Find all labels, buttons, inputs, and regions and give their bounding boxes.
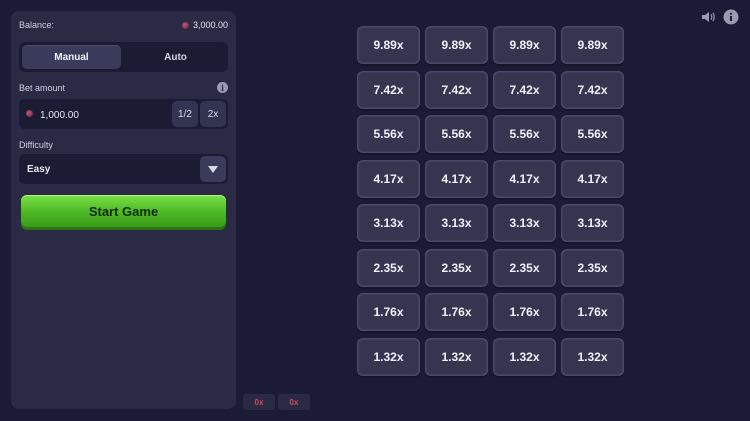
difficulty-label: Difficulty: [19, 140, 53, 150]
multiplier-tile[interactable]: 3.13x: [357, 204, 420, 242]
multiplier-tile[interactable]: 7.42x: [357, 70, 420, 109]
bet-amount-field: 1/2 2x: [19, 99, 228, 131]
multiplier-tile[interactable]: 3.13x: [425, 204, 488, 242]
balance-label: Balance:: [19, 20, 55, 30]
multiplier-tile[interactable]: 4.17x: [357, 159, 420, 198]
half-bet-button[interactable]: 1/2: [172, 101, 198, 127]
multiplier-tile[interactable]: 7.42x: [561, 70, 624, 109]
multiplier-grid: 9.89x 9.89x 9.89x 9.89x 7.42x 7.42x 7.42x 7.42x…: [357, 26, 624, 376]
multiplier-tile[interactable]: 9.89x: [561, 26, 624, 64]
double-bet-button[interactable]: 2x: [200, 101, 226, 127]
multiplier-tile[interactable]: 1.76x: [425, 293, 488, 331]
speaker-icon[interactable]: [700, 9, 716, 25]
stat-pill: 0x: [278, 394, 310, 410]
info-icon[interactable]: [723, 9, 739, 25]
stat-pill: 0x: [243, 394, 275, 410]
multiplier-tile[interactable]: 2.35x: [425, 248, 488, 287]
control-panel: Balance: 3,000.00 Manual Auto Bet amount…: [11, 11, 236, 409]
multiplier-tile[interactable]: 2.35x: [493, 248, 556, 287]
bet-amount-label: Bet amount: [19, 83, 66, 93]
mode-toggle: Manual Auto: [19, 42, 228, 72]
multiplier-tile[interactable]: 5.56x: [357, 115, 420, 153]
multiplier-tile[interactable]: 1.76x: [357, 293, 420, 331]
dropdown-arrow-button[interactable]: [200, 156, 226, 182]
chevron-down-icon: [208, 165, 218, 173]
multiplier-tile[interactable]: 9.89x: [425, 26, 488, 64]
multiplier-tile[interactable]: 5.56x: [561, 115, 624, 153]
coin-icon: [181, 21, 189, 29]
multiplier-tile[interactable]: 1.32x: [561, 337, 624, 376]
multiplier-tile[interactable]: 4.17x: [493, 159, 556, 198]
start-game-button[interactable]: Start Game: [21, 195, 226, 227]
multiplier-tile[interactable]: 9.89x: [357, 26, 420, 64]
multiplier-tile[interactable]: 1.76x: [493, 293, 556, 331]
multiplier-tile[interactable]: 7.42x: [493, 70, 556, 109]
multiplier-tile[interactable]: 5.56x: [493, 115, 556, 153]
multiplier-tile[interactable]: 2.35x: [561, 248, 624, 287]
multiplier-tile[interactable]: 1.32x: [357, 337, 420, 376]
tab-auto[interactable]: Auto: [126, 45, 225, 69]
difficulty-value: Easy: [27, 164, 51, 175]
multiplier-tile[interactable]: 3.13x: [561, 204, 624, 242]
multiplier-tile[interactable]: 2.35x: [357, 248, 420, 287]
multiplier-tile[interactable]: 4.17x: [425, 159, 488, 198]
multiplier-tile[interactable]: 9.89x: [493, 26, 556, 64]
balance-amount: 3,000.00: [192, 20, 228, 30]
multiplier-tile[interactable]: 7.42x: [425, 70, 488, 109]
multiplier-tile[interactable]: 4.17x: [561, 159, 624, 198]
tab-manual[interactable]: Manual: [22, 45, 121, 69]
multiplier-tile[interactable]: 1.32x: [425, 337, 488, 376]
multiplier-tile[interactable]: 1.76x: [561, 293, 624, 331]
coin-icon: [26, 110, 33, 117]
bet-amount-input[interactable]: [38, 99, 172, 131]
info-icon[interactable]: i: [217, 82, 228, 93]
multiplier-tile[interactable]: 1.32x: [493, 337, 556, 376]
multiplier-tile[interactable]: 3.13x: [493, 204, 556, 242]
difficulty-select[interactable]: Easy: [19, 154, 228, 184]
multiplier-tile[interactable]: 5.56x: [425, 115, 488, 153]
balance-value: 3,000.00: [181, 20, 228, 30]
